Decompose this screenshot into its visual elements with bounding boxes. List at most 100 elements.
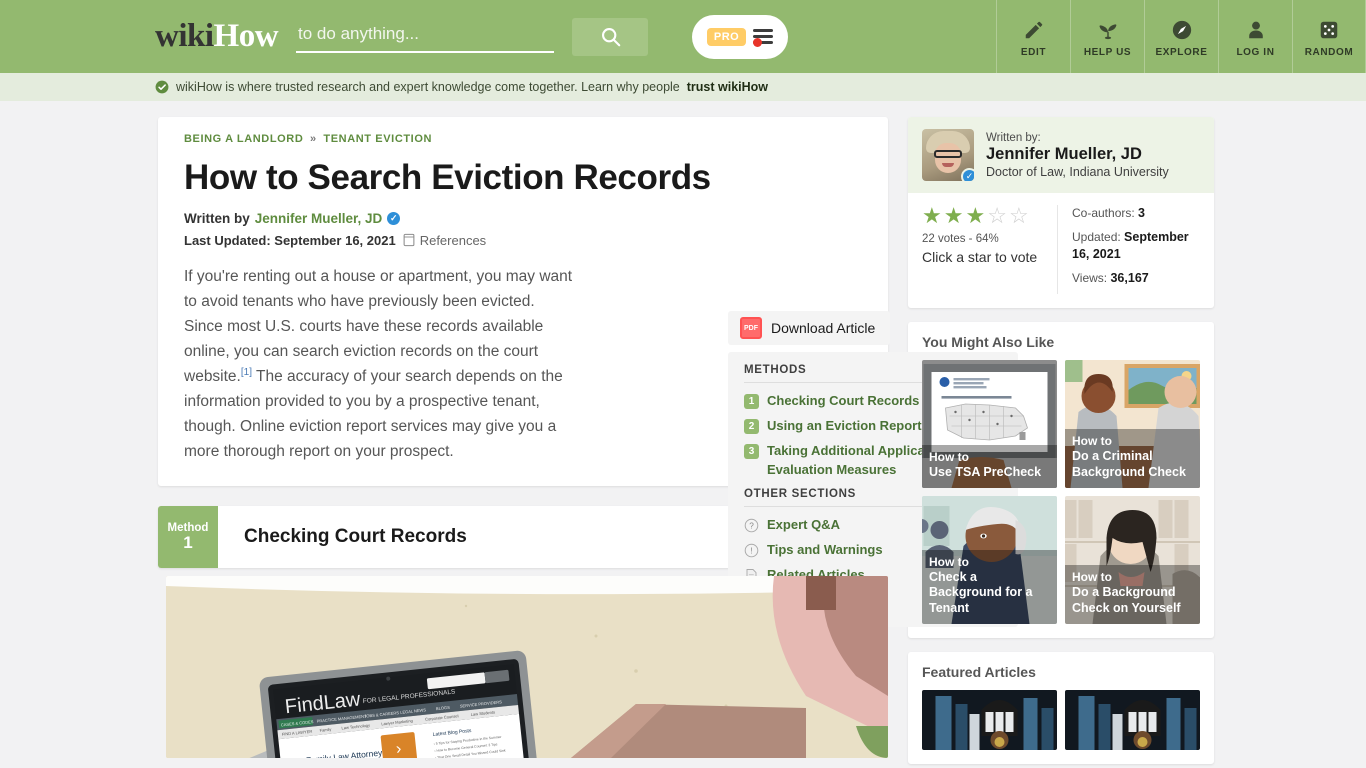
star-rating[interactable]: ★ ★ ★ ☆ ☆ <box>922 205 1057 227</box>
featured-thumbnail <box>1065 689 1200 750</box>
hamburger-menu-icon <box>753 29 774 47</box>
featured-thumbnail-grid <box>922 689 1200 750</box>
search-area <box>296 20 555 53</box>
compass-icon <box>1172 20 1191 40</box>
other-section-label: Expert Q&A <box>767 517 840 533</box>
related-article-1[interactable]: How to Use TSA PreCheck <box>922 359 1057 488</box>
meta-column: Co-authors: 3 Updated: September 16, 202… <box>1058 205 1214 294</box>
verified-check-icon: ✓ <box>387 211 401 225</box>
download-article-button[interactable]: PDF Download Article <box>728 311 890 345</box>
dice-icon <box>1320 21 1338 39</box>
star-1[interactable]: ★ <box>922 205 942 227</box>
exclamation-circle-icon: ! <box>744 543 759 558</box>
related-article-title: Use TSA PreCheck <box>929 464 1042 479</box>
author-name[interactable]: Jennifer Mueller, JD <box>986 145 1169 164</box>
coauthors-row: Co-authors: 3 <box>1072 205 1202 222</box>
step-illustration: FindLaw FOR LEGAL PROFESSIONALS CASES & … <box>166 576 888 759</box>
star-2[interactable]: ★ <box>944 205 964 227</box>
references-link-label: References <box>419 232 487 248</box>
book-icon <box>403 233 415 247</box>
nav-item-log-in[interactable]: LOG IN <box>1218 0 1292 73</box>
author-header: ✓ Written by: Jennifer Mueller, JD Docto… <box>908 117 1214 193</box>
updated-label: Updated: <box>1072 229 1121 244</box>
nav-label: LOG IN <box>1236 47 1275 58</box>
nav-item-explore[interactable]: EXPLORE <box>1144 0 1218 73</box>
pro-menu-button[interactable]: PRO <box>692 14 789 59</box>
svg-text:!: ! <box>750 547 752 556</box>
related-article-4[interactable]: How to Do a Background Check on Yourself <box>1065 495 1200 624</box>
other-section-label: Tips and Warnings <box>767 542 883 558</box>
related-article-caption: How to Do a Background Check on Yourself <box>1065 565 1200 624</box>
wikihow-logo[interactable]: wikiHow <box>155 18 279 55</box>
breadcrumb: BEING A LANDLORD » TENANT EVICTION <box>184 133 862 145</box>
how-to-label: How to <box>929 449 969 464</box>
method-number: 3 <box>744 443 759 459</box>
related-article-caption: How to Do a Criminal Background Check <box>1065 429 1200 488</box>
avatar: ✓ <box>922 129 974 181</box>
page-title: How to Search Eviction Records <box>184 158 711 197</box>
related-article-3[interactable]: How to Check a Background for a Tenant <box>922 495 1057 624</box>
related-article-title: Do a Criminal Background Check <box>1072 449 1186 479</box>
byline: Written by Jennifer Mueller, JD ✓ <box>184 211 862 226</box>
sidebar: ✓ Written by: Jennifer Mueller, JD Docto… <box>908 117 1214 764</box>
trust-wikihow-link[interactable]: trust wikiHow <box>687 80 768 94</box>
question-circle-icon: ? <box>744 519 759 533</box>
pencil-icon <box>1025 21 1042 39</box>
coauthors-value: 3 <box>1138 206 1145 220</box>
written-by-label: Written by <box>184 210 250 226</box>
article-header-card: BEING A LANDLORD » TENANT EVICTION How t… <box>158 117 1018 627</box>
search-button[interactable] <box>572 17 649 56</box>
coauthors-label: Co-authors: <box>1072 206 1135 220</box>
header-nav: EDIT HELP US EXPLORE LOG IN RANDOM <box>996 0 1366 73</box>
views-value: 36,167 <box>1110 270 1149 285</box>
star-4[interactable]: ☆ <box>987 205 1007 227</box>
last-updated-label: Last Updated: September 16, 2021 <box>184 232 396 248</box>
written-by-label: Written by: <box>986 131 1041 144</box>
nav-item-help-us[interactable]: HELP US <box>1070 0 1144 73</box>
related-article-caption: How to Use TSA PreCheck <box>922 444 1057 488</box>
featured-articles-title: Featured Articles <box>922 663 1036 680</box>
citation-1-link[interactable]: [1] <box>241 367 252 378</box>
user-icon <box>1248 21 1263 39</box>
featured-article-1[interactable] <box>922 689 1057 750</box>
breadcrumb-item-1[interactable]: TENANT EVICTION <box>323 133 432 145</box>
nav-label: HELP US <box>1083 47 1132 58</box>
svg-text:?: ? <box>749 522 754 531</box>
notification-dot <box>753 38 763 47</box>
search-input[interactable] <box>296 20 555 53</box>
breadcrumb-item-0[interactable]: BEING A LANDLORD <box>184 133 303 145</box>
nav-item-random[interactable]: RANDOM <box>1292 0 1366 73</box>
logo-how-text: How <box>213 18 279 54</box>
nav-label: EDIT <box>1020 47 1047 58</box>
star-3[interactable]: ★ <box>965 205 985 227</box>
references-link[interactable]: References <box>403 233 486 248</box>
vote-prompt: Click a star to vote <box>922 249 1038 265</box>
featured-article-2[interactable] <box>1065 689 1200 750</box>
you-might-also-like-title: You Might Also Like <box>922 333 1055 350</box>
how-to-label: How to <box>1072 570 1112 585</box>
laptop-illustration: FindLaw FOR LEGAL PROFESSIONALS CASES & … <box>166 576 888 759</box>
you-might-also-like-block: You Might Also Like How to Use TSA PreCh… <box>908 321 1214 638</box>
download-article-label: Download Article <box>771 320 876 336</box>
search-icon <box>601 28 620 47</box>
nav-item-edit[interactable]: EDIT <box>996 0 1070 73</box>
main-column: BEING A LANDLORD » TENANT EVICTION How t… <box>158 117 1018 764</box>
related-article-2[interactable]: How to Do a Criminal Background Check <box>1065 359 1200 488</box>
star-5[interactable]: ☆ <box>1009 205 1029 227</box>
nav-label: RANDOM <box>1304 47 1354 58</box>
method-label: Checking Court Records <box>767 393 920 408</box>
page-body: BEING A LANDLORD » TENANT EVICTION How t… <box>0 101 1366 764</box>
trust-bar: wikiHow is where trusted research and ex… <box>0 73 1366 101</box>
logo-wiki-text: wiki <box>155 18 214 54</box>
site-header: wikiHow PRO EDIT <box>0 0 1366 73</box>
method-number: 1 <box>744 394 759 409</box>
rating-column: ★ ★ ★ ☆ ☆ 22 votes - 64% Click a star to… <box>908 205 1058 294</box>
check-shield-icon <box>155 80 169 94</box>
rating-and-meta: ★ ★ ★ ☆ ☆ 22 votes - 64% Click a star to… <box>908 193 1214 308</box>
method-number: 2 <box>744 418 759 434</box>
author-link[interactable]: Jennifer Mueller, JD <box>255 211 383 226</box>
last-updated-row: Last Updated: September 16, 2021 Referen… <box>184 233 862 248</box>
related-article-caption: How to Check a Background for a Tenant <box>922 549 1057 624</box>
author-info-card: ✓ Written by: Jennifer Mueller, JD Docto… <box>908 117 1214 308</box>
how-to-label: How to <box>1072 434 1112 449</box>
